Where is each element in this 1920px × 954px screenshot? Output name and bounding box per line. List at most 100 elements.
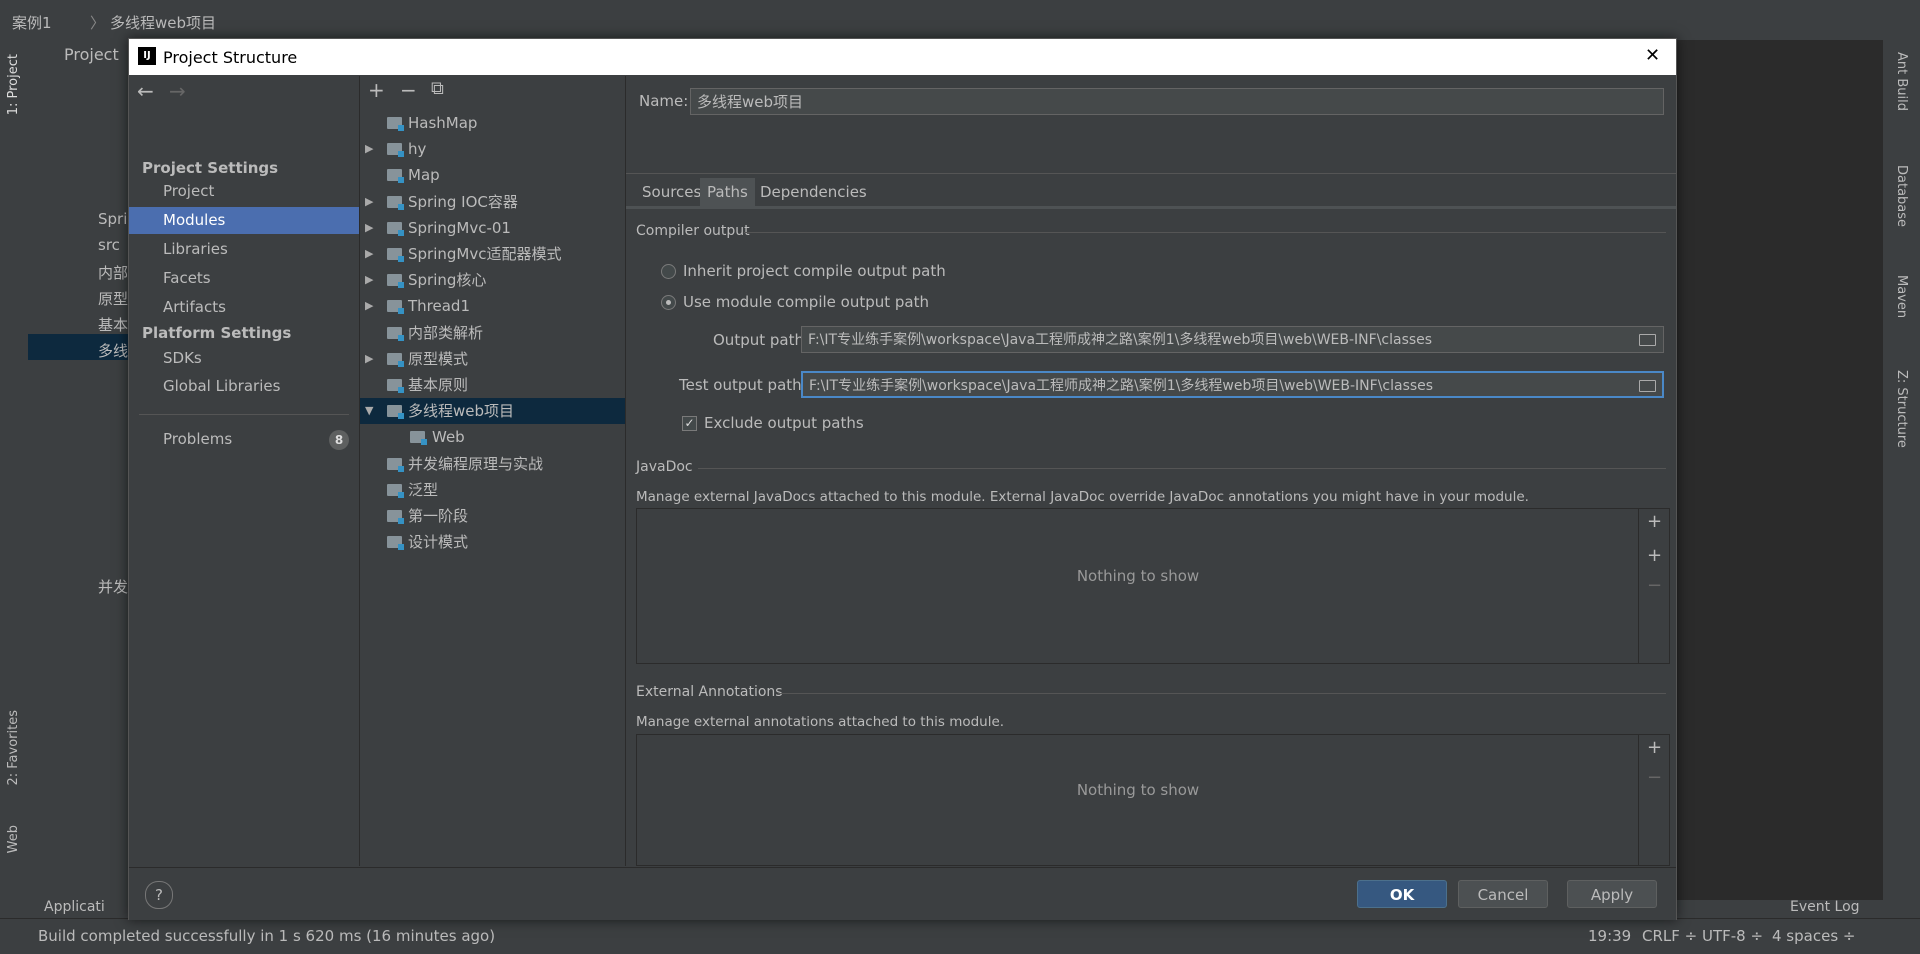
- module-name-input[interactable]: 多线程web项目: [690, 88, 1664, 115]
- test-output-path-input[interactable]: F:\IT专业练手案例\workspace\Java工程师成神之路\案例1\多线…: [801, 371, 1664, 398]
- nav-problems[interactable]: Problems 8: [129, 426, 359, 453]
- tabs-top-border: [626, 173, 1676, 174]
- line-separator[interactable]: CRLF ÷: [1642, 927, 1697, 945]
- module-tree-label: 原型模式: [408, 349, 469, 368]
- module-tree-row[interactable]: 泛型: [360, 477, 625, 503]
- add-icon[interactable]: +: [368, 78, 385, 102]
- chevron-right-icon[interactable]: ▶: [365, 215, 373, 241]
- module-tree-row[interactable]: ▼ 多线程web项目: [360, 398, 625, 425]
- exclude-output-checkbox[interactable]: ✓: [682, 416, 697, 431]
- javadoc-list[interactable]: Nothing to show + + −: [636, 508, 1670, 664]
- module-tree-row[interactable]: ▶ 原型模式: [360, 346, 625, 372]
- tool-ant-build[interactable]: Ant Build: [1894, 52, 1909, 111]
- nav-sdks[interactable]: SDKs: [129, 345, 359, 372]
- module-tree-row[interactable]: 基本原则: [360, 372, 625, 398]
- module-tree-row[interactable]: 内部类解析: [360, 320, 625, 346]
- tool-maven[interactable]: Maven: [1894, 275, 1909, 318]
- use-module-output-label: Use module compile output path: [683, 293, 930, 311]
- add-url-icon[interactable]: +: [1647, 545, 1662, 566]
- tool-web[interactable]: Web: [6, 825, 21, 853]
- indent-setting[interactable]: 4 spaces ÷: [1772, 927, 1855, 945]
- inherit-output-radio[interactable]: [661, 264, 676, 279]
- back-arrow-icon[interactable]: ←: [137, 79, 154, 103]
- cancel-button[interactable]: Cancel: [1458, 880, 1548, 908]
- add-icon[interactable]: +: [1647, 511, 1662, 532]
- nav-label: Facets: [163, 269, 211, 287]
- bg-tree-item: 内部: [98, 264, 129, 282]
- project-tab[interactable]: Project: [64, 45, 119, 64]
- tool-favorites[interactable]: 2: Favorites: [6, 710, 21, 786]
- event-log[interactable]: Event Log: [1790, 899, 1860, 915]
- module-tree-row[interactable]: Web: [360, 424, 625, 450]
- external-annotations-list[interactable]: Nothing to show + −: [636, 734, 1670, 866]
- module-tree-row[interactable]: ▶ Thread1: [360, 293, 625, 319]
- module-folder-icon: [387, 483, 404, 498]
- module-tree-row[interactable]: HashMap: [360, 110, 625, 136]
- nav-libraries[interactable]: Libraries: [129, 236, 359, 263]
- module-tree-label: 泛型: [408, 480, 439, 499]
- apply-button[interactable]: Apply: [1567, 880, 1657, 908]
- chevron-right-icon[interactable]: ▶: [365, 189, 373, 215]
- nav-global-libraries[interactable]: Global Libraries: [129, 373, 359, 400]
- tab-paths[interactable]: Paths: [700, 178, 755, 206]
- copy-icon[interactable]: ⧉: [431, 78, 444, 99]
- chevron-right-icon[interactable]: ▶: [365, 241, 373, 267]
- annotations-toolbar: + −: [1638, 735, 1669, 865]
- remove-icon[interactable]: −: [1647, 575, 1662, 596]
- module-folder-icon: [387, 300, 404, 315]
- chevron-right-icon[interactable]: ▶: [365, 346, 373, 372]
- forward-arrow-icon[interactable]: →: [169, 79, 186, 103]
- name-label: Name:: [639, 92, 689, 110]
- nav-label: Artifacts: [163, 298, 226, 316]
- browse-folder-icon[interactable]: [1637, 332, 1657, 346]
- tool-project[interactable]: 1: Project: [6, 54, 21, 115]
- chevron-right-icon[interactable]: ▶: [365, 267, 373, 293]
- close-icon[interactable]: ✕: [1645, 45, 1660, 66]
- chevron-right-icon[interactable]: ▶: [365, 136, 373, 162]
- module-tree-label: 基本原则: [408, 376, 469, 394]
- application-servers-tab[interactable]: Applicati: [44, 899, 105, 915]
- module-tree: + − ⧉ HashMap ▶ hy Map ▶ Spring IOC容器 ▶ SpringM…: [360, 76, 626, 866]
- file-encoding[interactable]: UTF-8 ÷: [1702, 927, 1763, 945]
- nav-facets[interactable]: Facets: [129, 265, 359, 292]
- module-tree-label: 内部类解析: [408, 323, 484, 342]
- module-tree-row[interactable]: ▶ hy: [360, 136, 625, 162]
- module-tree-row[interactable]: 第一阶段: [360, 503, 625, 529]
- use-module-output-radio[interactable]: [661, 295, 676, 310]
- status-bar: Applicati Build completed successfully i…: [0, 899, 1920, 954]
- module-tree-row[interactable]: ▶ SpringMvc适配器模式: [360, 241, 625, 267]
- module-tree-row[interactable]: 设计模式: [360, 529, 625, 555]
- breadcrumb-project[interactable]: 案例1: [12, 12, 52, 33]
- tab-sources[interactable]: Sources: [635, 178, 708, 206]
- caret-position[interactable]: 19:39: [1588, 927, 1631, 945]
- section-divider: [778, 693, 1666, 694]
- tool-database[interactable]: Database: [1894, 165, 1909, 227]
- module-tree-row[interactable]: 并发编程原理与实战: [360, 451, 625, 477]
- output-path-input[interactable]: F:\IT专业练手案例\workspace\Java工程师成神之路\案例1\多线…: [801, 326, 1664, 353]
- add-icon[interactable]: +: [1647, 737, 1662, 758]
- help-icon[interactable]: ?: [145, 881, 173, 909]
- right-tool-strip: Ant Build Database Maven Z: Structure: [1882, 40, 1920, 900]
- chevron-right-icon[interactable]: ▶: [365, 293, 373, 319]
- nav-modules[interactable]: Modules: [129, 207, 359, 234]
- javadoc-title: JavaDoc: [636, 459, 693, 475]
- chevron-down-icon[interactable]: ▼: [365, 398, 373, 424]
- module-tree-row[interactable]: ▶ Spring核心: [360, 267, 625, 293]
- module-details-panel: Name: 多线程web项目 Sources Paths Dependencie…: [626, 76, 1676, 866]
- browse-folder-icon[interactable]: [1637, 378, 1657, 392]
- breadcrumb-module[interactable]: 多线程web项目: [110, 12, 216, 33]
- tab-dependencies[interactable]: Dependencies: [753, 178, 874, 206]
- remove-icon[interactable]: −: [1647, 767, 1662, 788]
- module-tree-label: 设计模式: [408, 533, 469, 552]
- nav-project[interactable]: Project: [129, 178, 359, 205]
- nav-artifacts[interactable]: Artifacts: [129, 294, 359, 321]
- module-tree-row[interactable]: Map: [360, 162, 625, 188]
- module-folder-icon: [387, 169, 404, 184]
- module-tree-row[interactable]: ▶ SpringMvc-01: [360, 215, 625, 241]
- module-tree-row[interactable]: ▶ Spring IOC容器: [360, 189, 625, 215]
- ide-navbar: 案例1 〉 多线程web项目: [0, 0, 1920, 41]
- tool-structure[interactable]: Z: Structure: [1894, 370, 1909, 448]
- remove-icon[interactable]: −: [400, 78, 417, 102]
- javadoc-description: Manage external JavaDocs attached to thi…: [636, 489, 1529, 505]
- ok-button[interactable]: OK: [1357, 880, 1447, 908]
